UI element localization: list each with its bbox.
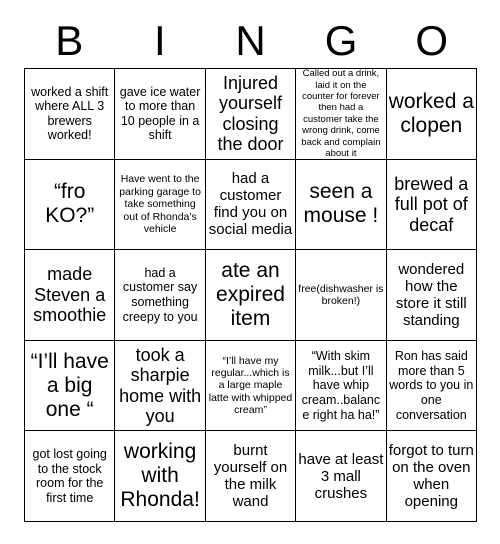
bingo-cell-text: worked a clopen — [388, 89, 474, 137]
bingo-cell[interactable]: “I’ll have my regular...which is a large… — [205, 340, 297, 432]
bingo-cell-text: had a customer say something creepy to y… — [122, 265, 198, 324]
bingo-cell-text: Called out a drink, laid it on the count… — [301, 69, 381, 159]
bingo-cell[interactable]: “I’ll have a big one “ — [25, 340, 116, 432]
bingo-cell[interactable]: worked a clopen — [386, 69, 477, 160]
bingo-cell[interactable]: forgot to turn on the oven when opening — [386, 431, 477, 522]
bingo-cell[interactable]: worked a shift where ALL 3 brewers worke… — [25, 69, 116, 160]
bingo-cell-text: “I’ll have my regular...which is a large… — [208, 354, 293, 417]
bingo-cell[interactable]: took a sharpie home with you — [115, 340, 206, 432]
bingo-cell-text: Ron has said more than 5 words to you in… — [389, 349, 474, 422]
bingo-cell-text: got lost going to the stock room for the… — [32, 446, 107, 505]
bingo-cell[interactable]: gave ice water to more than 10 people in… — [115, 69, 206, 160]
bingo-cell[interactable]: working with Rhonda! — [115, 431, 206, 522]
header-letter-i: I — [154, 17, 166, 64]
bingo-cell[interactable]: Ron has said more than 5 words to you in… — [386, 340, 477, 432]
bingo-cell-text: had a customer find you on social media — [208, 170, 293, 239]
bingo-cell-text: gave ice water to more than 10 people in… — [119, 84, 201, 143]
bingo-cell[interactable]: seen a mouse ! — [296, 159, 387, 251]
bingo-cell[interactable]: have at least 3 mall crushes — [296, 431, 387, 522]
header-letter-g: G — [324, 17, 358, 64]
bingo-cell[interactable]: burnt yourself on the milk wand — [205, 431, 297, 522]
bingo-cell-text: Injured yourself closing the door — [217, 72, 284, 155]
bingo-cell-text: Have went to the parking garage to take … — [119, 173, 201, 235]
bingo-cell-text: forgot to turn on the oven when opening — [388, 442, 474, 511]
bingo-cell-text: have at least 3 mall crushes — [298, 450, 384, 502]
bingo-cell-text: free(dishwasher is broken!) — [298, 282, 384, 307]
bingo-cell[interactable]: “With skim milk...but I’ll have whip cre… — [296, 340, 387, 432]
header-letter-b: B — [55, 17, 84, 64]
bingo-cell[interactable]: wondered how the store it still standing — [386, 250, 477, 341]
bingo-cell-free[interactable]: free(dishwasher is broken!) — [296, 250, 387, 341]
bingo-cell-text: “I’ll have a big one “ — [30, 349, 109, 421]
bingo-cell[interactable]: had a customer find you on social media — [205, 159, 297, 251]
bingo-cell-text: seen a mouse ! — [303, 180, 379, 228]
bingo-cell-text: took a sharpie home with you — [119, 344, 202, 427]
bingo-cell[interactable]: got lost going to the stock room for the… — [25, 431, 116, 522]
bingo-cell[interactable]: Have went to the parking garage to take … — [115, 159, 206, 251]
bingo-cell-text: burnt yourself on the milk wand — [213, 442, 288, 511]
bingo-cell[interactable]: made Steven a smoothie — [25, 250, 116, 341]
bingo-cell-text: “With skim milk...but I’ll have whip cre… — [301, 349, 381, 422]
bingo-header: B I N G O — [24, 14, 477, 68]
bingo-cell-text: made Steven a smoothie — [33, 264, 107, 326]
bingo-card: B I N G O worked a shift where ALL 3 bre… — [0, 0, 500, 544]
bingo-grid: worked a shift where ALL 3 brewers worke… — [24, 68, 477, 522]
bingo-cell-text: worked a shift where ALL 3 brewers worke… — [31, 84, 109, 143]
bingo-cell[interactable]: ate an expired item — [205, 250, 297, 341]
header-letter-o: O — [415, 17, 448, 64]
bingo-cell-text: “fro KO?” — [45, 180, 95, 228]
bingo-cell[interactable]: “fro KO?” — [25, 159, 116, 251]
bingo-cell-text: ate an expired item — [216, 259, 285, 330]
bingo-cell[interactable]: Injured yourself closing the door — [205, 69, 297, 160]
bingo-cell-text: wondered how the store it still standing — [395, 260, 467, 330]
bingo-cell[interactable]: Called out a drink, laid it on the count… — [296, 69, 387, 160]
bingo-cell[interactable]: had a customer say something creepy to y… — [115, 250, 206, 341]
header-letter-n: N — [235, 17, 266, 64]
bingo-cell-text: working with Rhonda! — [120, 440, 200, 512]
bingo-cell[interactable]: brewed a full pot of decaf — [386, 159, 477, 251]
bingo-cell-text: brewed a full pot of decaf — [394, 173, 469, 235]
